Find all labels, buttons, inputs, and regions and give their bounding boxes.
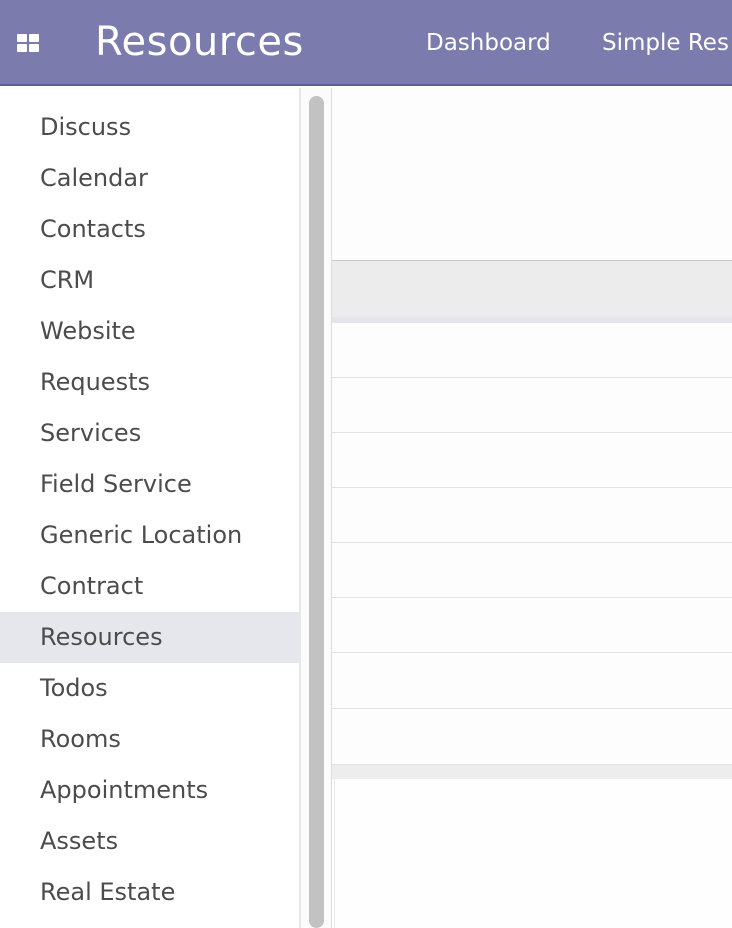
nav-item-simple-resources[interactable]: Simple Res xyxy=(602,28,729,58)
menu-item-contract[interactable]: Contract xyxy=(0,561,300,612)
background-list-view: J xyxy=(300,88,732,928)
list-row[interactable] xyxy=(300,323,732,378)
menu-item-generic-location[interactable]: Generic Location xyxy=(0,510,300,561)
menu-item-rooms[interactable]: Rooms xyxy=(0,714,300,765)
list-row[interactable] xyxy=(300,488,732,543)
menu-item-requests[interactable]: Requests xyxy=(0,357,300,408)
menu-scrollbar-thumb[interactable] xyxy=(309,96,324,928)
list-header xyxy=(300,260,732,318)
apps-dropdown-menu: Discuss Calendar Contacts CRM Website Re… xyxy=(0,88,300,928)
menu-item-website[interactable]: Website xyxy=(0,306,300,357)
menu-item-discuss[interactable]: Discuss xyxy=(0,102,300,153)
menu-item-contacts[interactable]: Contacts xyxy=(0,204,300,255)
nav-item-dashboard[interactable]: Dashboard xyxy=(426,28,551,58)
menu-item-real-estate[interactable]: Real Estate xyxy=(0,867,300,918)
menu-item-services[interactable]: Services xyxy=(0,408,300,459)
menu-scrollbar[interactable] xyxy=(300,88,332,928)
menu-item-calendar[interactable]: Calendar xyxy=(0,153,300,204)
app-brand-title[interactable]: Resources xyxy=(95,14,304,70)
top-navbar: Resources Dashboard Simple Res xyxy=(0,0,732,86)
list-row[interactable] xyxy=(300,378,732,433)
menu-item-appointments[interactable]: Appointments xyxy=(0,765,300,816)
menu-item-crm[interactable]: CRM xyxy=(0,255,300,306)
menu-item-assets[interactable]: Assets xyxy=(0,816,300,867)
list-row[interactable] xyxy=(300,654,732,709)
list-row[interactable] xyxy=(300,433,732,488)
list-row[interactable] xyxy=(300,543,732,598)
bottom-panel xyxy=(334,779,732,928)
list-row[interactable] xyxy=(300,710,732,765)
grid-icon[interactable] xyxy=(17,34,41,52)
menu-item-todos[interactable]: Todos xyxy=(0,663,300,714)
menu-item-field-service[interactable]: Field Service xyxy=(0,459,300,510)
list-footer-band xyxy=(300,765,732,779)
menu-item-resources[interactable]: Resources xyxy=(0,612,300,663)
list-row[interactable] xyxy=(300,598,732,653)
